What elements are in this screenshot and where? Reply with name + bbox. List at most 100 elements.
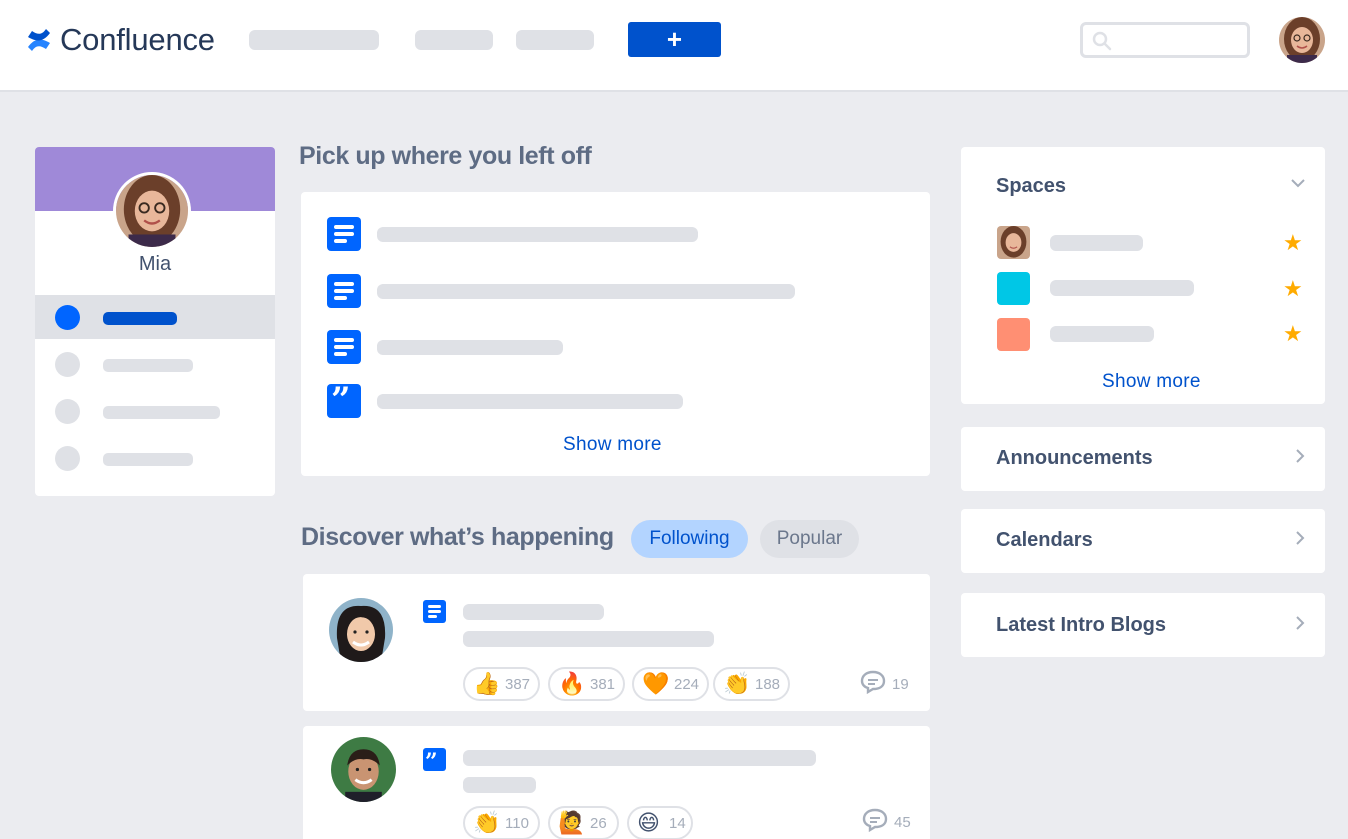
confluence-logo-icon bbox=[28, 29, 50, 51]
tab-popular[interactable]: Popular bbox=[760, 520, 859, 558]
reaction-count: 14 bbox=[669, 815, 686, 832]
sidebar-item[interactable] bbox=[35, 389, 275, 433]
sidebar-item-placeholder bbox=[103, 312, 177, 325]
feed-title-placeholder bbox=[463, 750, 816, 766]
page-icon bbox=[327, 217, 361, 251]
feed-excerpt-placeholder bbox=[463, 631, 714, 647]
latest-intro-blogs-panel[interactable]: Latest Intro Blogs bbox=[961, 593, 1325, 657]
recent-section-title: Pick up where you left off bbox=[299, 142, 592, 170]
panel-title: Latest Intro Blogs bbox=[996, 614, 1167, 636]
reaction-count: 381 bbox=[590, 676, 616, 693]
sidebar-item[interactable] bbox=[35, 436, 275, 480]
space-name-placeholder bbox=[1050, 235, 1143, 251]
sidebar-item-dot bbox=[55, 352, 80, 377]
reaction-count: 387 bbox=[505, 676, 531, 693]
profile-card: Mia bbox=[35, 147, 275, 496]
sidebar-item-dot bbox=[55, 305, 80, 330]
recent-card: ” Show more bbox=[301, 192, 930, 476]
recent-item[interactable] bbox=[327, 330, 627, 364]
profile-avatar[interactable] bbox=[113, 172, 191, 250]
page-icon bbox=[327, 330, 361, 364]
page-icon bbox=[327, 274, 361, 308]
comment-icon bbox=[860, 670, 886, 694]
discover-section-title: Discover what’s happening bbox=[301, 523, 614, 551]
create-button[interactable]: + bbox=[628, 22, 721, 57]
tab-following[interactable]: Following bbox=[631, 520, 748, 558]
recent-item-placeholder bbox=[377, 284, 795, 299]
author-avatar[interactable] bbox=[329, 598, 393, 662]
top-navigation: Confluence + bbox=[0, 0, 1348, 92]
feed-excerpt-placeholder bbox=[463, 777, 536, 793]
comment-icon bbox=[862, 808, 888, 832]
sidebar-item-dot bbox=[55, 446, 80, 471]
sidebar-item[interactable] bbox=[35, 342, 275, 386]
nav-item-placeholder[interactable] bbox=[415, 30, 493, 50]
chevron-down-icon[interactable] bbox=[1291, 175, 1305, 193]
reaction-grin[interactable]: 😄 14 bbox=[627, 806, 693, 839]
profile-name: Mia bbox=[138, 253, 172, 275]
reaction-count: 188 bbox=[755, 676, 781, 693]
space-row[interactable]: ★ bbox=[961, 272, 1325, 307]
confluence-logo[interactable]: Confluence bbox=[26, 20, 215, 60]
search-input[interactable] bbox=[1080, 22, 1250, 58]
reaction-clap[interactable]: 👏 110 bbox=[463, 806, 540, 839]
recent-item[interactable] bbox=[327, 274, 827, 308]
spaces-show-more-link[interactable]: Show more bbox=[1102, 371, 1201, 393]
recent-item-placeholder bbox=[377, 394, 683, 409]
page-icon bbox=[423, 600, 446, 623]
reaction-heart[interactable]: 🧡 224 bbox=[632, 667, 709, 701]
author-avatar[interactable] bbox=[331, 737, 396, 802]
feed-title-placeholder bbox=[463, 604, 604, 620]
space-row[interactable]: ★ bbox=[961, 318, 1325, 353]
clapping-hands-icon: 👏 bbox=[473, 810, 501, 835]
panel-title: Calendars bbox=[996, 529, 1093, 551]
recent-show-more-link[interactable]: Show more bbox=[563, 434, 662, 456]
star-icon[interactable]: ★ bbox=[1283, 323, 1303, 345]
sidebar-item[interactable] bbox=[35, 295, 275, 339]
sidebar-item-placeholder bbox=[103, 453, 193, 466]
feed-item[interactable]: ” 👏 110 🙋 26 😄 14 45 bbox=[303, 726, 930, 839]
sidebar-item-placeholder bbox=[103, 359, 193, 372]
grinning-face-icon: 😄 bbox=[637, 810, 660, 835]
raising-hand-icon: 🙋 bbox=[558, 810, 586, 835]
panel-title: Announcements bbox=[996, 447, 1153, 469]
sidebar-item-placeholder bbox=[103, 406, 220, 419]
app-name: Confluence bbox=[60, 22, 215, 57]
space-color-icon bbox=[997, 272, 1030, 305]
space-avatar bbox=[997, 226, 1030, 259]
reaction-count: 26 bbox=[590, 815, 607, 832]
heart-icon: 🧡 bbox=[642, 671, 670, 696]
space-color-icon bbox=[997, 318, 1030, 351]
chevron-right-icon bbox=[1295, 616, 1305, 635]
reaction-fire[interactable]: 🔥 381 bbox=[548, 667, 625, 701]
space-row[interactable]: ★ bbox=[961, 226, 1325, 261]
recent-item-placeholder bbox=[377, 227, 698, 242]
reaction-thumbs-up[interactable]: 👍 387 bbox=[463, 667, 540, 701]
reaction-count: 110 bbox=[505, 815, 529, 832]
sidebar-item-dot bbox=[55, 399, 80, 424]
announcements-panel[interactable]: Announcements bbox=[961, 427, 1325, 491]
fire-icon: 🔥 bbox=[558, 671, 586, 696]
nav-item-placeholder[interactable] bbox=[249, 30, 379, 50]
quote-icon: ” bbox=[423, 748, 446, 775]
reaction-clap[interactable]: 👏 188 bbox=[713, 667, 790, 701]
reaction-raised-hand[interactable]: 🙋 26 bbox=[548, 806, 619, 839]
spaces-title: Spaces bbox=[996, 175, 1067, 197]
chevron-right-icon bbox=[1295, 449, 1305, 468]
user-avatar[interactable] bbox=[1279, 17, 1325, 63]
search-icon bbox=[1092, 31, 1112, 51]
space-name-placeholder bbox=[1050, 280, 1194, 296]
comment-count[interactable]: 45 bbox=[862, 808, 922, 836]
clapping-hands-icon: 👏 bbox=[723, 671, 751, 696]
star-icon[interactable]: ★ bbox=[1283, 278, 1303, 300]
quote-icon: ” bbox=[327, 380, 361, 420]
nav-item-placeholder[interactable] bbox=[516, 30, 594, 50]
calendars-panel[interactable]: Calendars bbox=[961, 509, 1325, 573]
recent-item[interactable] bbox=[327, 217, 727, 251]
comment-count[interactable]: 19 bbox=[860, 670, 920, 698]
recent-item[interactable]: ” bbox=[327, 380, 727, 420]
space-name-placeholder bbox=[1050, 326, 1154, 342]
reaction-count: 224 bbox=[674, 676, 700, 693]
feed-item[interactable]: 👍 387 🔥 381 🧡 224 👏 188 19 bbox=[303, 574, 930, 711]
star-icon[interactable]: ★ bbox=[1283, 232, 1303, 254]
